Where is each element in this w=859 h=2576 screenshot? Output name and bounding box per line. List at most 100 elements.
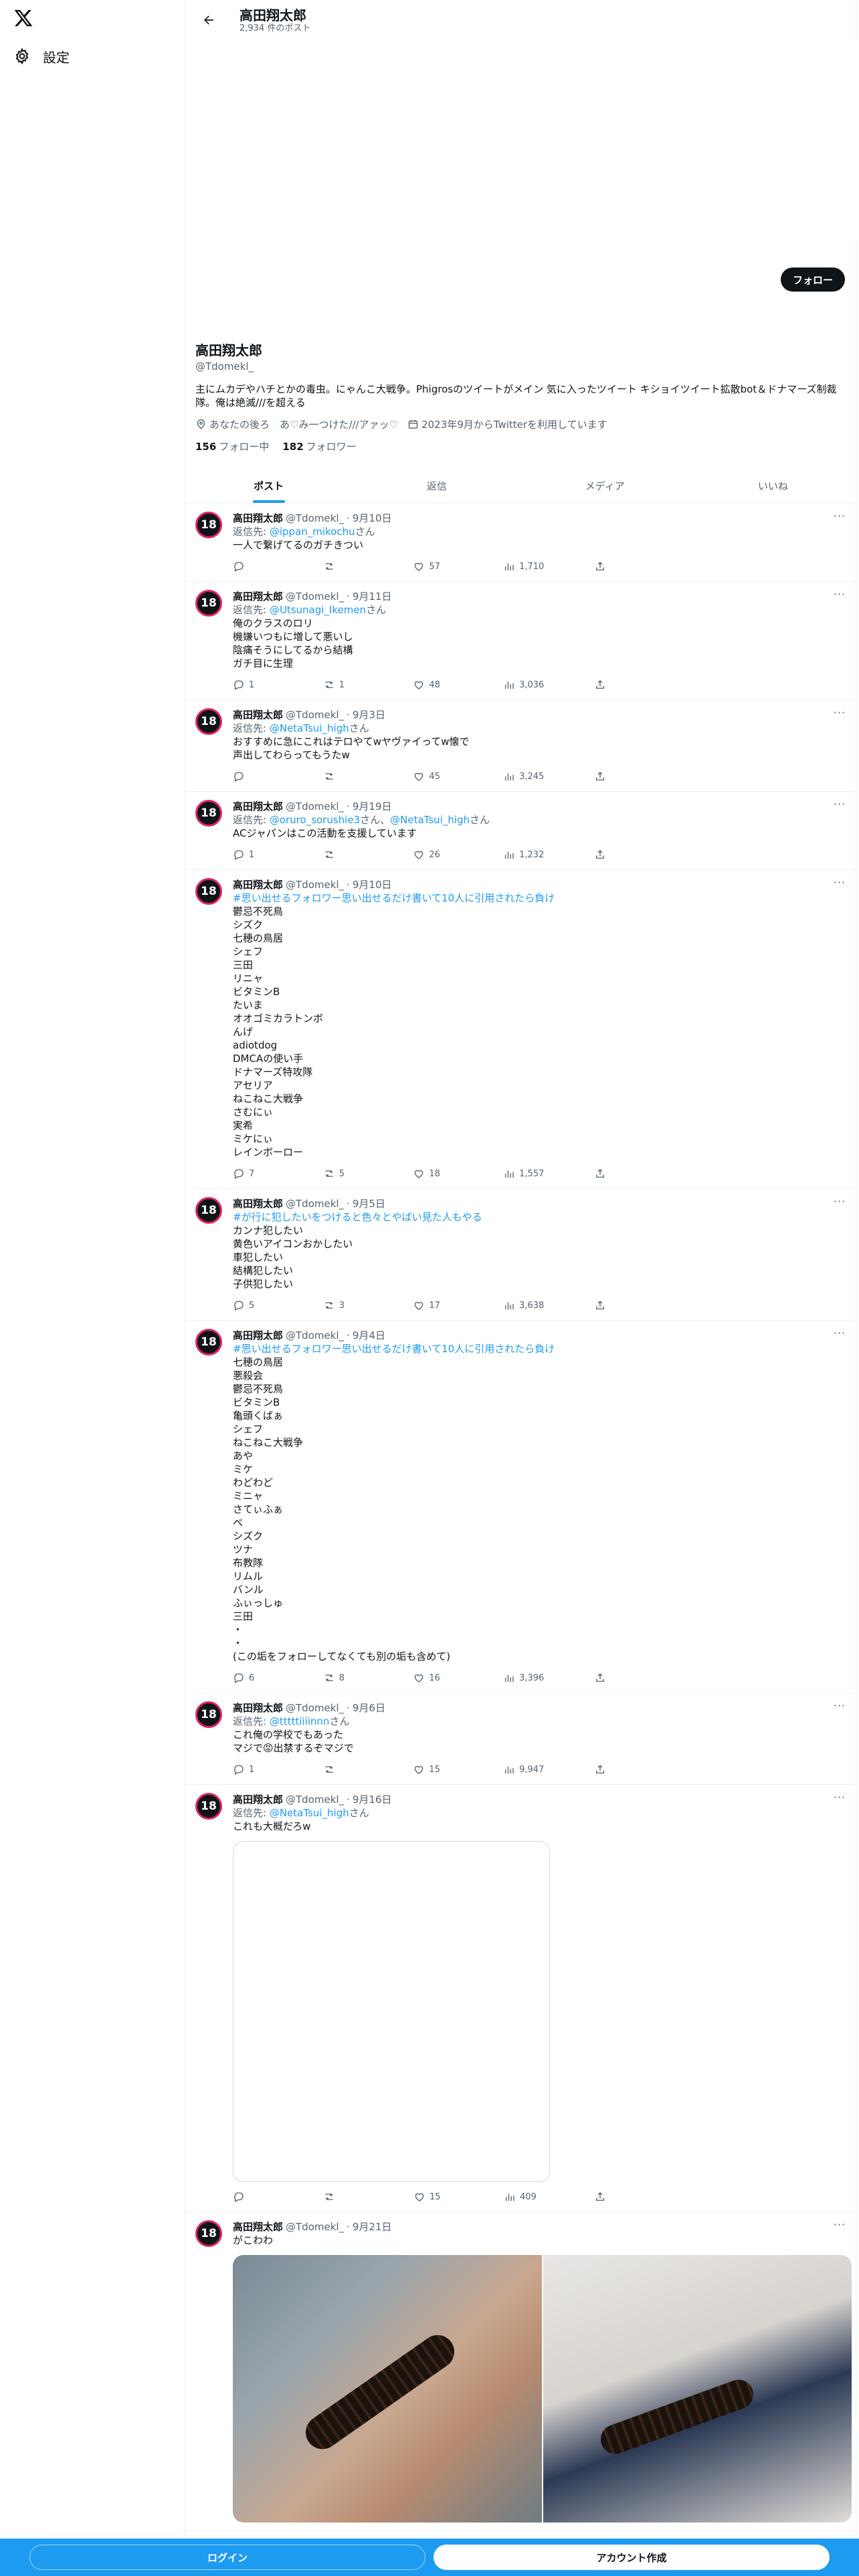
tweet[interactable]: 18 ··· 高田翔太郎 @Tdomekl_ · 9月10日 返信先: @ippan_mik… xyxy=(185,504,857,582)
tweet-date[interactable]: 9月4日 xyxy=(353,1329,385,1342)
tweet-author-name[interactable]: 高田翔太郎 xyxy=(233,590,283,603)
more-options-icon[interactable]: ··· xyxy=(833,2220,846,2234)
tweet[interactable]: 18 ··· 高田翔太郎 @Tdomekl_ · 9月11日 返信先: @Utsunagi_… xyxy=(185,582,857,700)
tweet-photo[interactable] xyxy=(233,2255,542,2523)
more-options-icon[interactable]: ··· xyxy=(833,511,846,525)
hashtag-link[interactable]: #が行に犯したいをつけると色々とやばい見た人もやる xyxy=(233,1210,846,1224)
like-button[interactable]: 18 xyxy=(413,1168,453,1180)
more-options-icon[interactable]: ··· xyxy=(833,877,846,891)
more-options-icon[interactable]: ··· xyxy=(833,589,846,603)
reply-button[interactable]: 1 xyxy=(233,849,273,861)
more-options-icon[interactable]: ··· xyxy=(833,708,846,722)
retweet-button[interactable] xyxy=(323,849,363,861)
reply-to-link[interactable]: @ippan_mikochu xyxy=(270,526,355,538)
tweet-author-handle[interactable]: @Tdomekl_ xyxy=(286,2220,344,2234)
more-options-icon[interactable]: ··· xyxy=(833,1701,846,1715)
tweet[interactable]: 18 ··· 高田翔太郎 @Tdomekl_ · 9月21日 がこわわ xyxy=(185,2212,857,2531)
tweet-author-handle[interactable]: @Tdomekl_ xyxy=(286,512,344,525)
views-button[interactable]: 409 xyxy=(504,2191,544,2203)
avatar[interactable]: 18 xyxy=(195,1197,222,1224)
following-link[interactable]: 156 フォロー中 xyxy=(195,439,269,453)
views-button[interactable]: 3,396 xyxy=(503,1672,544,1684)
tab-replies[interactable]: 返信 xyxy=(353,468,520,503)
share-button[interactable] xyxy=(594,679,634,691)
tweet[interactable]: 18 ··· 高田翔太郎 @Tdomekl_ · 9月19日 返信先: @oruro_sor… xyxy=(185,792,857,870)
like-button[interactable]: 57 xyxy=(413,560,453,572)
tweet-author-handle[interactable]: @Tdomekl_ xyxy=(286,878,344,891)
tweet-date[interactable]: 9月19日 xyxy=(353,800,392,813)
tweet-author-handle[interactable]: @Tdomekl_ xyxy=(286,1793,344,1806)
retweet-button[interactable]: 8 xyxy=(323,1672,363,1684)
reply-button[interactable]: 6 xyxy=(233,1672,273,1684)
tweet-date[interactable]: 9月10日 xyxy=(353,512,392,525)
tweet-author-name[interactable]: 高田翔太郎 xyxy=(233,1329,283,1342)
like-button[interactable]: 15 xyxy=(413,2191,454,2203)
reply-button[interactable] xyxy=(233,2191,273,2203)
followers-link[interactable]: 182 フォロワー xyxy=(282,439,356,453)
signup-button[interactable]: アカウント作成 xyxy=(434,2545,830,2570)
views-button[interactable]: 3,036 xyxy=(503,679,544,691)
more-options-icon[interactable]: ··· xyxy=(833,1196,846,1210)
tweet-date[interactable]: 9月6日 xyxy=(353,1701,385,1715)
retweet-button[interactable] xyxy=(323,1763,363,1776)
avatar[interactable]: 18 xyxy=(195,1793,222,1820)
tweet-author-name[interactable]: 高田翔太郎 xyxy=(233,1793,283,1806)
reply-button[interactable] xyxy=(233,560,273,572)
views-button[interactable]: 3,245 xyxy=(503,770,544,782)
tweet-date[interactable]: 9月10日 xyxy=(353,878,392,891)
retweet-button[interactable]: 3 xyxy=(323,1299,363,1311)
avatar[interactable]: 18 xyxy=(195,800,222,827)
retweet-button[interactable]: 1 xyxy=(323,679,363,691)
views-button[interactable]: 1,557 xyxy=(503,1168,544,1180)
tab-likes[interactable]: いいね xyxy=(689,468,857,503)
tab-media[interactable]: メディア xyxy=(521,468,689,503)
avatar[interactable]: 18 xyxy=(195,590,222,617)
like-button[interactable]: 45 xyxy=(413,770,453,782)
reply-button[interactable]: 7 xyxy=(233,1168,273,1180)
views-button[interactable]: 1,232 xyxy=(503,849,544,861)
reply-button[interactable]: 1 xyxy=(233,679,273,691)
share-button[interactable] xyxy=(594,1763,634,1776)
hashtag-link[interactable]: #思い出せるフォロワー思い出せるだけ書いて10人に引用されたら負け xyxy=(233,1342,846,1356)
tweet[interactable]: 18 ··· 高田翔太郎 @Tdomekl_ · 9月5日 #が行に犯したいをつけると色々と… xyxy=(185,1189,857,1321)
avatar[interactable]: 18 xyxy=(195,512,222,538)
tweet[interactable]: 18 ··· 高田翔太郎 @Tdomekl_ · 9月3日 返信先: @NetaTsui_h… xyxy=(185,700,857,792)
tweet-date[interactable]: 9月5日 xyxy=(353,1197,385,1210)
more-options-icon[interactable]: ··· xyxy=(833,1328,846,1342)
like-button[interactable]: 17 xyxy=(413,1299,453,1311)
tweet-author-name[interactable]: 高田翔太郎 xyxy=(233,1197,283,1210)
reply-to-link[interactable]: @tttttiiiinnn xyxy=(270,1715,330,1727)
reply-to-link[interactable]: @NetaTsui_high xyxy=(270,722,349,734)
tweet-date[interactable]: 9月21日 xyxy=(353,2220,392,2234)
tweet-author-name[interactable]: 高田翔太郎 xyxy=(233,800,283,813)
tweet-photo[interactable] xyxy=(543,2255,852,2523)
retweet-button[interactable]: 5 xyxy=(323,1168,363,1180)
views-button[interactable]: 9,947 xyxy=(503,1763,544,1776)
tweet-author-name[interactable]: 高田翔太郎 xyxy=(233,1701,283,1715)
share-button[interactable] xyxy=(594,1672,634,1684)
tweet-author-handle[interactable]: @Tdomekl_ xyxy=(286,708,344,722)
share-button[interactable] xyxy=(594,1168,634,1180)
back-button[interactable] xyxy=(197,8,221,32)
reply-button[interactable]: 5 xyxy=(233,1299,273,1311)
x-logo-icon[interactable] xyxy=(13,8,33,28)
reply-button[interactable]: 1 xyxy=(233,1763,273,1776)
share-button[interactable] xyxy=(594,2191,634,2203)
tweet-date[interactable]: 9月3日 xyxy=(353,708,385,722)
share-button[interactable] xyxy=(594,1299,634,1311)
tweet-author-name[interactable]: 高田翔太郎 xyxy=(233,878,283,891)
tweet-author-name[interactable]: 高田翔太郎 xyxy=(233,512,283,525)
like-button[interactable]: 16 xyxy=(413,1672,453,1684)
tweet-media[interactable] xyxy=(233,1841,550,2182)
reply-to-link[interactable]: @oruro_sorushie3 xyxy=(270,814,360,826)
reply-button[interactable] xyxy=(233,770,273,782)
avatar[interactable]: 18 xyxy=(195,1329,222,1356)
tweet[interactable]: 18 ··· 高田翔太郎 @Tdomekl_ · 9月4日 #思い出せるフォロワー思い出せる… xyxy=(185,1321,857,1693)
avatar[interactable]: 18 xyxy=(195,1701,222,1728)
tweet-author-handle[interactable]: @Tdomekl_ xyxy=(286,1701,344,1715)
retweet-button[interactable] xyxy=(323,2191,363,2203)
share-button[interactable] xyxy=(594,560,634,572)
reply-to-link[interactable]: @NetaTsui_high xyxy=(390,814,470,826)
tweet-author-name[interactable]: 高田翔太郎 xyxy=(233,708,283,722)
share-button[interactable] xyxy=(594,849,634,861)
